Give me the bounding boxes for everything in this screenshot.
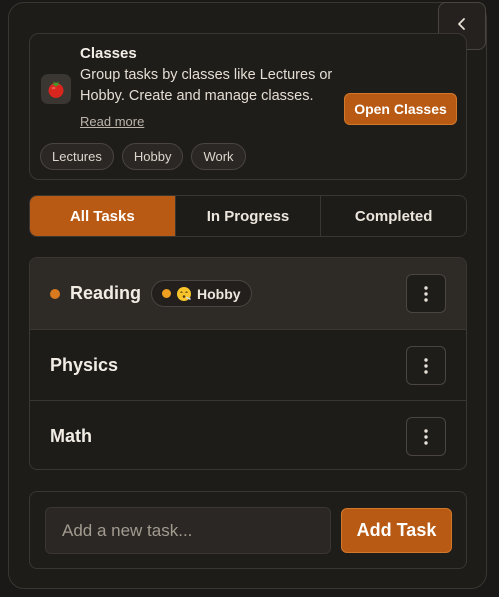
task-menu-button[interactable] [406, 274, 446, 313]
tab-all-tasks[interactable]: All Tasks [30, 196, 175, 236]
task-status-dot [50, 288, 60, 299]
add-task-card: Add Task [29, 491, 467, 569]
chip-lectures[interactable]: Lectures [40, 143, 114, 170]
task-list: Reading Hobby Physics Math [29, 257, 467, 470]
class-color-dot [162, 289, 172, 298]
chip-hobby[interactable]: Hobby [121, 143, 184, 170]
task-name: Physics [50, 354, 119, 375]
task-row[interactable]: Reading Hobby [30, 258, 466, 329]
task-row[interactable]: Math [30, 400, 466, 469]
classes-info-card: Classes Group tasks by classes like Lect… [29, 33, 467, 180]
add-task-button[interactable]: Add Task [341, 508, 452, 553]
open-classes-button[interactable]: Open Classes [344, 93, 457, 125]
class-badge[interactable]: Hobby [151, 280, 252, 307]
task-row[interactable]: Physics [30, 329, 466, 400]
chip-work[interactable]: Work [191, 143, 246, 170]
tab-completed[interactable]: Completed [320, 196, 466, 236]
task-name: Math [50, 425, 92, 446]
task-menu-button[interactable] [406, 417, 446, 456]
class-badge-label: Hobby [197, 285, 241, 302]
task-name: Reading [70, 283, 142, 303]
task-menu-button[interactable] [406, 346, 446, 385]
classes-title: Classes [80, 45, 137, 62]
new-task-input[interactable] [45, 507, 331, 554]
classes-description: Group tasks by classes like Lectures or … [80, 67, 333, 104]
kebab-menu-icon [424, 428, 428, 445]
tomato-icon [41, 74, 71, 104]
exhaling-face-emoji-icon [176, 286, 192, 302]
kebab-menu-icon [424, 285, 428, 302]
kebab-menu-icon [424, 357, 428, 374]
task-filter-tabs: All Tasks In Progress Completed [29, 195, 467, 237]
tab-in-progress[interactable]: In Progress [174, 196, 321, 236]
class-chips: Lectures Hobby Work [40, 143, 246, 170]
read-more-link[interactable]: Read more [80, 114, 144, 129]
